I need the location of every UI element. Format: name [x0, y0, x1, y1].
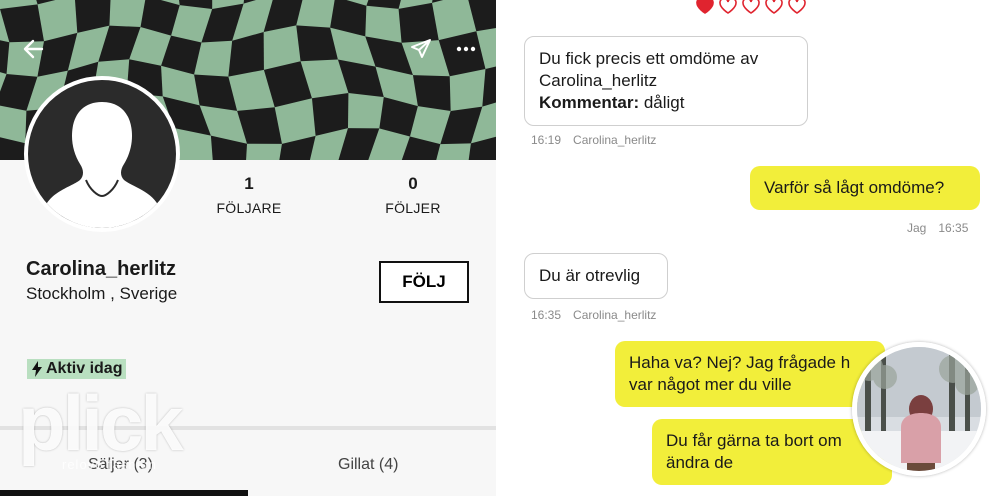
message-comment: Kommentar: dåligt	[539, 92, 793, 114]
chat-panel: Du fick precis ett omdöme av Carolina_he…	[504, 0, 1000, 496]
tab-liked[interactable]: Gillat (4)	[338, 456, 398, 474]
message-bubble-outgoing: Haha va? Nej? Jag frågade h var något me…	[615, 341, 885, 407]
message-sender: Carolina_herlitz	[573, 308, 657, 322]
message-meta: 16:19 Carolina_herlitz	[531, 133, 656, 147]
heart-outline-icon	[765, 0, 783, 14]
message-sender: Jag	[907, 221, 927, 235]
username: Carolina_herlitz	[26, 258, 177, 280]
message-line: Du får gärna ta bort om	[666, 431, 842, 450]
followers-count: 1	[244, 174, 254, 193]
message-bubble-outgoing: Varför så lågt omdöme?	[750, 166, 980, 210]
message-time: 16:35	[531, 308, 562, 322]
message-line: Haha va? Nej? Jag frågade h	[629, 353, 851, 372]
message-bubble-incoming: Du fick precis ett omdöme av Carolina_he…	[524, 36, 808, 126]
message-line: Du fick precis ett omdöme av	[539, 49, 759, 68]
comment-text: dåligt	[639, 93, 685, 112]
share-icon[interactable]	[406, 34, 436, 64]
active-status-badge: Aktiv idag	[27, 359, 127, 379]
following-label: FÖLJER	[385, 200, 441, 216]
back-icon[interactable]	[18, 34, 48, 64]
message-line: Carolina_herlitz	[539, 71, 658, 90]
lightning-icon	[32, 361, 42, 377]
comment-label: Kommentar:	[539, 93, 640, 112]
heart-outline-icon	[719, 0, 737, 14]
plick-logo-subtitle: relove fashion	[62, 457, 157, 472]
message-line: ändra de	[666, 453, 734, 472]
heart-filled-icon	[696, 0, 714, 14]
more-options-icon[interactable]	[451, 34, 481, 64]
message-text: Varför så lågt omdöme?	[764, 178, 945, 197]
following-count: 0	[408, 174, 418, 193]
heart-outline-icon	[742, 0, 760, 14]
message-time: 16:19	[531, 133, 562, 147]
message-bubble-incoming: Du är otrevlig	[524, 253, 668, 299]
rating-hearts	[696, 0, 806, 14]
message-meta: 16:35 Carolina_herlitz	[531, 308, 656, 322]
location: Stockholm , Sverige	[26, 284, 178, 303]
profile-panel: 1 FÖLJARE 0 FÖLJER Carolina_herlitz Stoc…	[0, 0, 496, 496]
message-time: 16:35	[938, 221, 969, 235]
heart-outline-icon	[788, 0, 806, 14]
message-line: var något mer du ville	[629, 375, 792, 394]
followers-label: FÖLJARE	[216, 200, 282, 216]
follow-button[interactable]: FÖLJ	[379, 261, 469, 303]
following-stat[interactable]: 0 FÖLJER	[353, 174, 473, 216]
webcam-video-bubble	[852, 342, 986, 476]
active-tab-indicator	[0, 490, 248, 496]
plick-logo: plick	[18, 379, 184, 467]
message-text: Du är otrevlig	[539, 266, 641, 285]
message-sender: Carolina_herlitz	[573, 133, 657, 147]
avatar	[24, 76, 180, 232]
message-meta: Jag 16:35	[907, 221, 968, 235]
followers-stat[interactable]: 1 FÖLJARE	[189, 174, 309, 216]
active-status-text: Aktiv idag	[46, 360, 123, 377]
